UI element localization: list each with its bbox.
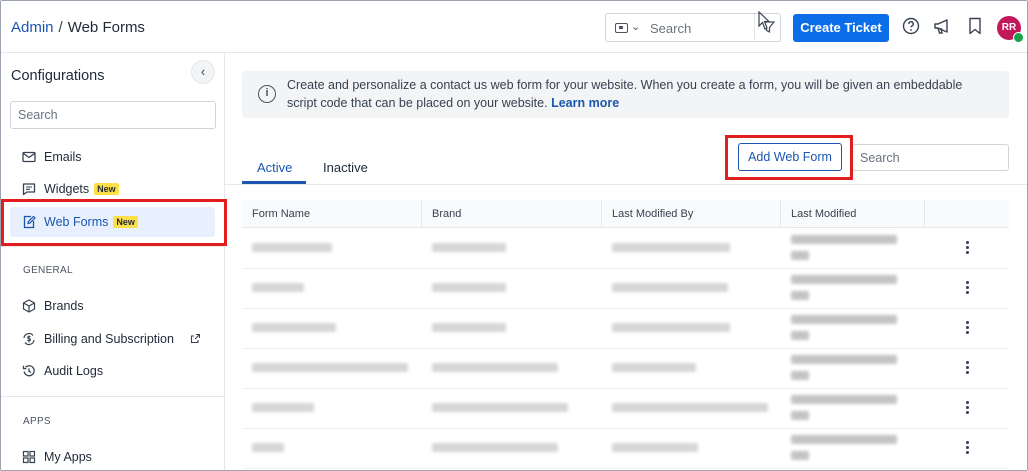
breadcrumb-separator: / (58, 19, 63, 36)
info-text: Create and personalize a contact us web … (287, 78, 963, 110)
mail-icon (22, 151, 36, 163)
sidebar-title: Configurations (11, 68, 105, 84)
chevron-down-icon[interactable]: ⌄ (631, 20, 640, 33)
mouse-cursor-icon (758, 10, 772, 34)
sidebar-search-input[interactable]: Search (10, 101, 216, 129)
section-label-apps: APPS (23, 416, 51, 427)
online-status-icon (1013, 32, 1024, 43)
chat-icon (22, 183, 36, 196)
app-window: Admin / Web Forms ⌄ Search Create Ticket R… (0, 0, 1028, 471)
sidebar-item-audit-logs[interactable]: Audit Logs (10, 356, 215, 386)
external-link-icon (190, 333, 201, 344)
table-row[interactable] (242, 429, 1009, 469)
create-ticket-button[interactable]: Create Ticket (793, 14, 889, 42)
sidebar-item-billing[interactable]: Billing and Subscription (10, 324, 215, 354)
sidebar-item-label: Emails (44, 150, 82, 164)
info-banner: i Create and personalize a contact us we… (242, 71, 1009, 118)
sidebar-item-emails[interactable]: Emails (10, 142, 215, 172)
column-header-brand: Brand (432, 208, 462, 220)
column-header-form-name: Form Name (252, 208, 311, 220)
row-actions-menu-icon[interactable] (964, 241, 970, 257)
sidebar-item-brands[interactable]: Brands (10, 291, 215, 321)
row-actions-menu-icon[interactable] (964, 401, 970, 417)
table-row[interactable] (242, 269, 1009, 309)
sidebar-divider (1, 246, 224, 247)
table-row[interactable] (242, 389, 1009, 429)
row-actions-menu-icon[interactable] (964, 361, 970, 377)
chevron-left-icon: ‹ (200, 64, 206, 79)
bookmark-icon[interactable] (967, 17, 987, 37)
table-row[interactable] (242, 309, 1009, 349)
sidebar-item-label: Brands (44, 299, 84, 313)
sidebar-item-my-apps[interactable]: My Apps (10, 442, 215, 470)
column-header-last-modified-by: Last Modified By (612, 208, 694, 220)
top-bar: Admin / Web Forms ⌄ Search Create Ticket R… (1, 1, 1027, 53)
row-actions-menu-icon[interactable] (964, 441, 970, 457)
table-row[interactable] (242, 229, 1009, 269)
breadcrumb: Admin / Web Forms (11, 19, 145, 36)
table-header: Form Name Brand Last Modified By Last Mo… (242, 200, 1009, 228)
announcement-icon[interactable] (933, 17, 953, 37)
grid-icon (22, 450, 36, 464)
table-row[interactable] (242, 349, 1009, 389)
user-avatar[interactable]: RR (997, 16, 1024, 43)
info-icon: i (258, 85, 276, 103)
tab-inactive[interactable]: Inactive (323, 160, 368, 175)
sidebar-divider (1, 396, 224, 397)
learn-more-link[interactable]: Learn more (551, 96, 619, 110)
sidebar-item-label: Audit Logs (44, 364, 104, 378)
breadcrumb-current: Web Forms (67, 19, 145, 36)
avatar-initials: RR (1001, 22, 1017, 33)
row-actions-menu-icon[interactable] (964, 281, 970, 297)
history-icon (22, 365, 35, 377)
column-header-last-modified: Last Modified (791, 208, 857, 220)
cube-icon (22, 299, 36, 313)
highlight-web-forms (1, 199, 227, 246)
section-label-general: GENERAL (23, 265, 73, 276)
global-search[interactable]: ⌄ Search (605, 13, 781, 42)
tabs-divider (225, 184, 1027, 185)
forms-search-input[interactable]: Search (852, 144, 1009, 171)
row-actions-menu-icon[interactable] (964, 321, 970, 337)
sidebar-item-label: Billing and Subscription (44, 332, 174, 346)
help-icon[interactable] (902, 17, 922, 37)
global-search-input[interactable]: Search (650, 21, 691, 36)
ticket-type-icon[interactable] (615, 23, 628, 33)
new-badge: New (94, 183, 119, 195)
breadcrumb-admin-link[interactable]: Admin (11, 19, 54, 36)
tab-active[interactable]: Active (257, 160, 292, 175)
dollar-cycle-icon (23, 332, 35, 346)
sidebar: Configurations ‹ Search Emails Widgets Ne… (1, 53, 225, 470)
collapse-sidebar-button[interactable]: ‹ (191, 60, 215, 84)
highlight-add-web-form (725, 135, 853, 180)
main-content: i Create and personalize a contact us we… (225, 53, 1027, 470)
sidebar-item-label: My Apps (44, 450, 92, 464)
sidebar-item-label: Widgets (44, 182, 90, 196)
